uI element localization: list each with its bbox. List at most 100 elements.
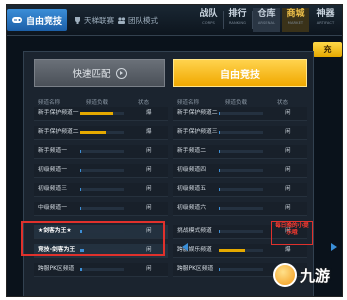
tab-label: 天梯联赛 [84, 15, 114, 25]
channel-load-fill [219, 268, 220, 271]
channel-load-bar [80, 188, 124, 191]
channel-load-fill [80, 268, 83, 271]
channel-status: 爆 [146, 110, 152, 116]
top-nav: 自由竞技 天梯联赛 团队模式 战队 CORPS 排行 RANKING 仓库 AR… [7, 5, 342, 36]
channel-load-fill [80, 150, 81, 153]
channel-load-bar [80, 150, 124, 153]
channel-row[interactable]: 新手保护频道二 闲 [173, 107, 307, 121]
nav-corps[interactable]: 战队 CORPS [195, 8, 222, 32]
channel-load-bar [219, 150, 263, 153]
channel-load-bar [80, 207, 124, 210]
channel-load-fill [219, 131, 220, 134]
team-icon [118, 16, 126, 24]
header-channel-load: 频道负载 [86, 100, 109, 106]
channel-status: 闲 [146, 148, 152, 154]
channel-status: 闲 [285, 110, 291, 116]
button-label: 自由竞技 [220, 69, 260, 81]
annotation-note: 每日晚的小提示哦 [275, 223, 309, 236]
channel-status: 爆 [285, 247, 291, 253]
channel-load-fill [219, 188, 220, 191]
quick-match-button[interactable]: 快速匹配 [34, 59, 165, 87]
nav-sublabel: RANKING [228, 21, 247, 25]
channel-name: 新手保护频道二 [38, 129, 79, 135]
channel-status: 闲 [285, 129, 291, 135]
recharge-button[interactable]: 充 [313, 42, 342, 57]
channel-load-fill [219, 230, 220, 233]
channel-name: 新手频道二 [177, 148, 206, 154]
nav-market[interactable]: 商城 MARKET [282, 8, 309, 32]
channel-row[interactable]: 新手保护频道二 爆 [34, 126, 168, 140]
channel-row[interactable]: 新手频道二 闲 [173, 145, 307, 159]
channel-load-bar [219, 131, 263, 134]
nav-label: 排行 [228, 9, 247, 19]
channel-load-bar [219, 112, 263, 115]
channel-load-bar [219, 169, 263, 172]
watermark: 九游 [273, 260, 345, 290]
channel-name: 挑战模式频道 [177, 228, 212, 234]
nav-ranking[interactable]: 排行 RANKING [224, 8, 251, 32]
channel-load-bar [219, 268, 263, 271]
channel-load-fill [219, 169, 220, 172]
channel-load-bar [80, 169, 124, 172]
channel-load-fill [219, 207, 220, 210]
tab-ladder[interactable]: 天梯联赛 [73, 11, 114, 29]
channel-row[interactable]: 初级频道三 闲 [34, 183, 168, 197]
tab-label: 自由竞技 [26, 16, 63, 27]
channel-load-fill [219, 150, 220, 153]
play-icon [115, 67, 127, 79]
tab-label: 团队模式 [128, 15, 158, 25]
nav-sublabel: ARSENAL [257, 21, 276, 25]
nav-sublabel: CORPS [202, 21, 215, 25]
channel-load-bar [219, 249, 263, 252]
channel-row[interactable]: 初级频道五 闲 [173, 183, 307, 197]
channel-panel: 快速匹配 自由竞技 频道名称 频道负载 状态 频道名称 频道负载 状态 新手保护… [23, 51, 314, 296]
channel-status: 闲 [146, 266, 152, 272]
gamepad-icon [12, 17, 22, 23]
channel-status: 闲 [146, 186, 152, 192]
channel-row[interactable]: 初级频道六 闲 [173, 202, 307, 216]
channel-status: 闲 [285, 205, 291, 211]
tab-team-mode[interactable]: 团队模式 [117, 11, 158, 29]
channel-load-fill [80, 188, 81, 191]
channel-load-fill [80, 207, 81, 210]
channel-name: 初级频道一 [38, 167, 67, 173]
channel-row[interactable]: 新手保护频道三 闲 [173, 126, 307, 140]
channel-status: 闲 [285, 167, 291, 173]
channel-load-bar [219, 207, 263, 210]
channel-name: 初级频道六 [177, 205, 206, 211]
tab-free-competition[interactable]: 自由竞技 [7, 9, 67, 31]
channel-row[interactable]: 中级频道一 闲 [34, 202, 168, 216]
channel-row[interactable]: 跨服PK区频道 闲 [34, 263, 168, 277]
button-label: 快速匹配 [72, 69, 111, 80]
channel-load-fill [219, 112, 220, 115]
channel-row[interactable]: 初级频道四 闲 [173, 164, 307, 178]
header-status: 状态 [138, 100, 150, 106]
channel-name: 新手保护频道一 [38, 110, 79, 116]
channel-load-bar [219, 230, 263, 233]
channel-status: 闲 [146, 167, 152, 173]
channel-status: 闲 [285, 186, 291, 192]
nav-arsenal[interactable]: 仓库 ARSENAL [253, 8, 280, 32]
channel-row[interactable]: 新手频道一 闲 [34, 145, 168, 159]
nav-label: 神器 [316, 9, 335, 19]
channel-status: 闲 [146, 205, 152, 211]
header-channel-name: 频道名称 [38, 100, 61, 106]
channel-load-bar [80, 112, 124, 115]
channel-load-fill [219, 249, 246, 252]
channel-name: 新手保护频道二 [177, 110, 218, 116]
header-status: 状态 [277, 100, 289, 106]
header-channel-load: 频道负载 [225, 100, 248, 106]
nav-label: 商城 [286, 9, 305, 19]
channel-name: 中级频道一 [38, 205, 67, 211]
channel-row[interactable]: 跨服娱乐频道爆 [173, 244, 307, 258]
channel-status: 闲 [285, 148, 291, 154]
channel-row[interactable]: 新手保护频道一 爆 [34, 107, 168, 121]
free-competition-button[interactable]: 自由竞技 [173, 59, 307, 87]
nav-artifact[interactable]: 神器 ARTIFACT [312, 8, 339, 32]
channel-row[interactable]: 初级频道一 闲 [34, 164, 168, 178]
channel-status: 爆 [146, 129, 152, 135]
channel-load-fill [80, 169, 81, 172]
channel-load-bar [80, 268, 124, 271]
nav-label: 战队 [199, 9, 218, 19]
arrow-right-icon [331, 243, 337, 251]
